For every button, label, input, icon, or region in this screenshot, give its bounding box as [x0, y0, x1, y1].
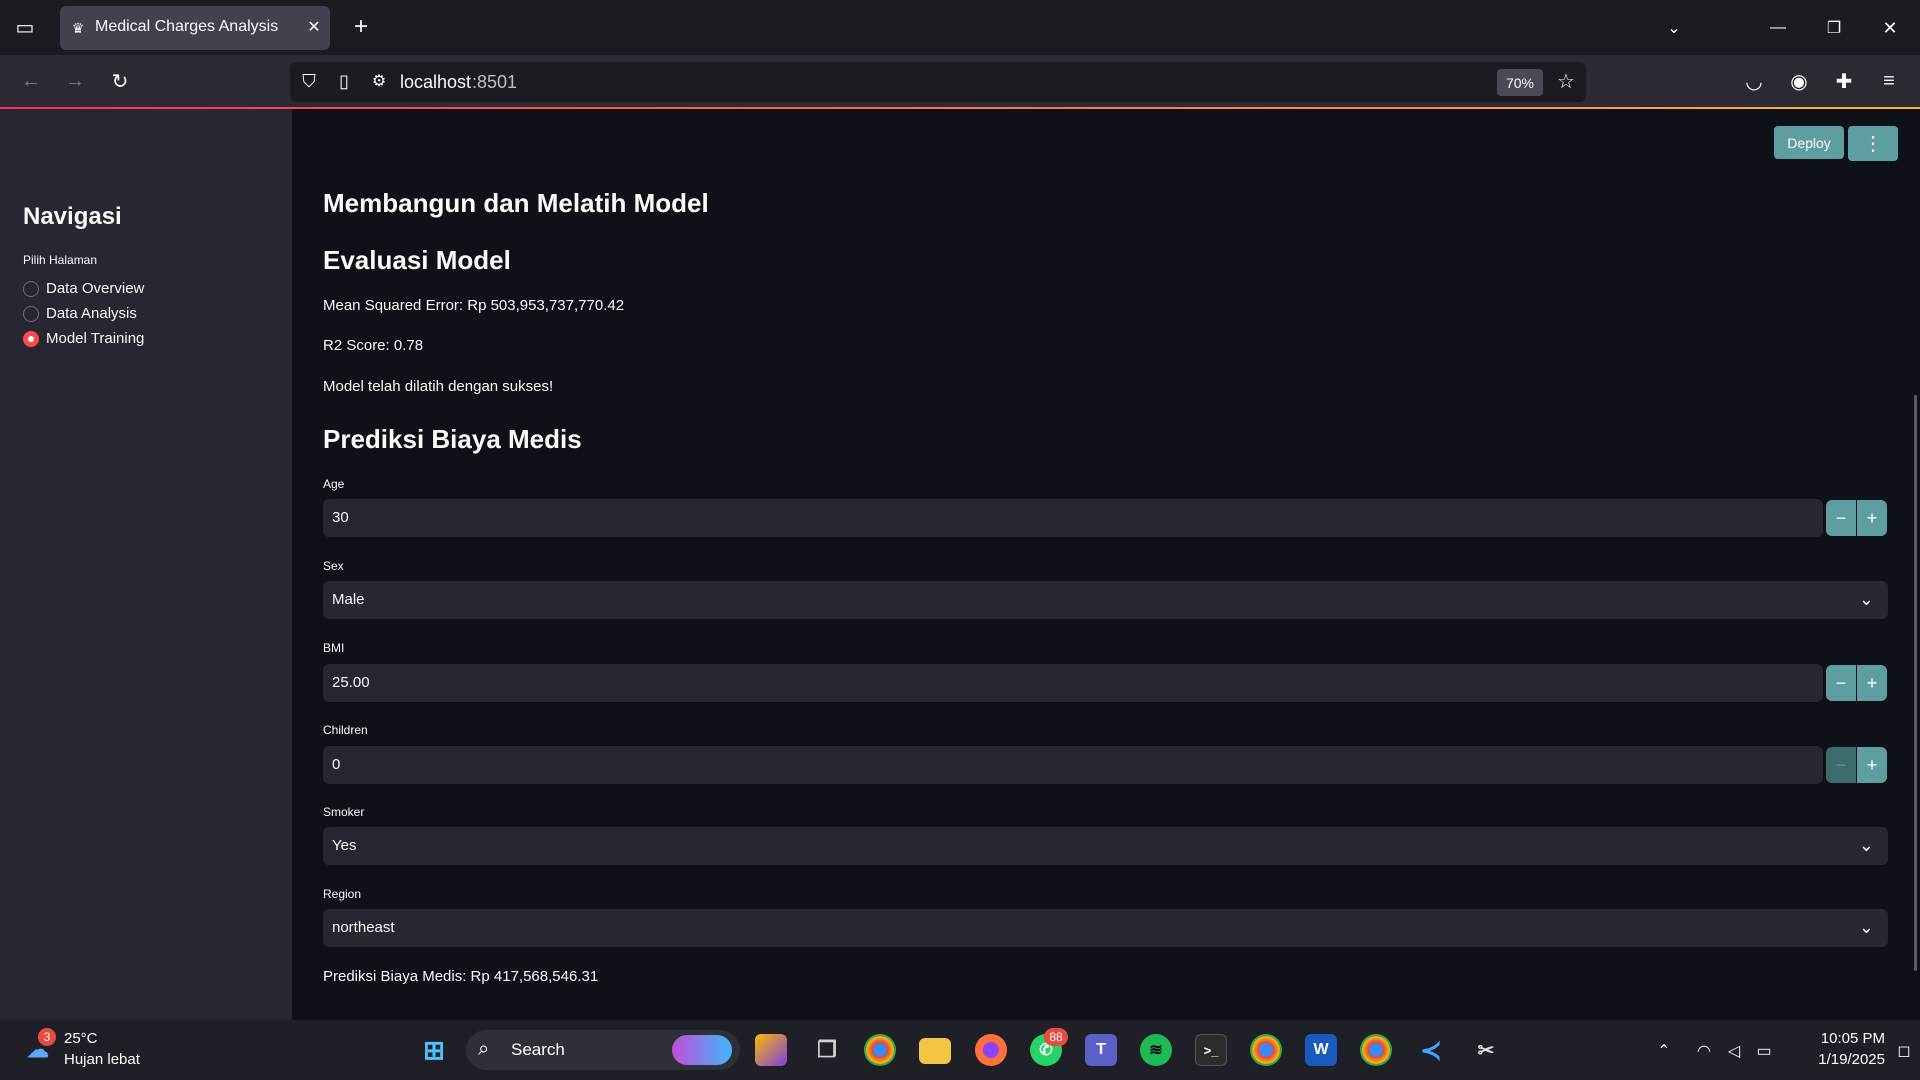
volume-icon[interactable]: ◁	[1722, 1040, 1746, 1062]
children-input[interactable]: 0	[323, 746, 1823, 784]
age-label: Age	[323, 477, 345, 491]
zoom-indicator[interactable]: 70%	[1497, 69, 1543, 96]
scrollbar[interactable]	[1914, 395, 1917, 971]
windows-start-icon[interactable]: ⊞	[418, 1034, 450, 1066]
sidebar-item-data-analysis[interactable]: Data Analysis	[46, 305, 137, 322]
wifi-icon[interactable]: ◠	[1692, 1040, 1716, 1062]
task-view-icon[interactable]: ❐	[811, 1034, 843, 1066]
main-content	[292, 109, 1920, 1020]
bmi-input[interactable]: 25.00	[323, 664, 1823, 702]
teams-icon[interactable]: T	[1085, 1034, 1117, 1066]
file-explorer-icon[interactable]	[919, 1038, 951, 1064]
minimize-icon[interactable]: —	[1764, 14, 1792, 42]
chevron-down-icon: ⌄	[1858, 589, 1874, 609]
tab-list-icon[interactable]: ▭	[10, 12, 40, 42]
region-value: northeast	[332, 919, 395, 936]
sidebar-item-data-overview[interactable]: Data Overview	[46, 280, 144, 297]
chrome-profile-icon[interactable]	[1250, 1034, 1282, 1066]
chrome-profile-2-icon[interactable]	[1360, 1034, 1392, 1066]
chevron-down-icon: ⌄	[1858, 835, 1874, 855]
notification-icon[interactable]: ◻	[1894, 1040, 1914, 1062]
children-decrement-button[interactable]: −	[1826, 747, 1856, 783]
terminal-icon[interactable]: >_	[1195, 1034, 1227, 1066]
url-port: :8501	[472, 72, 518, 92]
search-icon: ⌕	[478, 1038, 490, 1060]
url-host: localhost	[400, 72, 472, 92]
deploy-button[interactable]: Deploy	[1774, 126, 1844, 159]
region-select[interactable]: northeast ⌄	[323, 909, 1888, 947]
sidebar-item-model-training[interactable]: Model Training	[46, 330, 144, 347]
chrome-icon[interactable]	[864, 1034, 896, 1066]
taskbar	[0, 1020, 1920, 1080]
r2-text: R2 Score: 0.78	[323, 337, 424, 354]
sidebar-title: Navigasi	[23, 203, 122, 230]
spotify-icon[interactable]: ≋	[1140, 1034, 1172, 1066]
weather-desc: Hujan lebat	[64, 1051, 140, 1068]
children-label: Children	[323, 723, 368, 737]
clock-date[interactable]: 1/19/2025	[1795, 1051, 1885, 1068]
radio-data-overview[interactable]	[23, 281, 39, 297]
new-tab-icon[interactable]: +	[348, 13, 374, 40]
tab-title: Medical Charges Analysis	[95, 18, 279, 35]
more-vertical-icon[interactable]: ⋮	[1848, 126, 1898, 161]
firefox-icon[interactable]	[975, 1034, 1007, 1066]
success-text: Model telah dilatih dengan sukses!	[323, 378, 554, 395]
predict-title: Prediksi Biaya Medis	[323, 424, 582, 454]
whatsapp-badge: 88	[1044, 1028, 1068, 1046]
bookmark-star-icon[interactable]: ☆	[1552, 67, 1580, 95]
vscode-icon[interactable]: ≺	[1415, 1034, 1447, 1066]
word-icon[interactable]: W	[1305, 1034, 1337, 1066]
account-icon[interactable]: ◉	[1785, 67, 1813, 95]
age-decrement-button[interactable]: −	[1826, 500, 1856, 536]
mse-text: Mean Squared Error: Rp 503,953,737,770.4…	[323, 297, 625, 314]
bmi-value: 25.00	[332, 674, 370, 691]
age-increment-button[interactable]: +	[1857, 500, 1887, 536]
prediction-result: Prediksi Biaya Medis: Rp 417,568,546.31	[323, 968, 599, 985]
extensions-icon[interactable]: ✚	[1830, 67, 1858, 95]
sex-value: Male	[332, 591, 365, 608]
snipping-tool-icon[interactable]: ✂	[1470, 1034, 1502, 1066]
eval-title: Evaluasi Model	[323, 245, 511, 275]
battery-icon[interactable]: ▭	[1752, 1040, 1776, 1062]
sidebar	[0, 109, 292, 1020]
hamburger-menu-icon[interactable]: ≡	[1875, 67, 1903, 95]
weather-badge: 3	[38, 1028, 56, 1046]
clock-time[interactable]: 10:05 PM	[1805, 1030, 1885, 1047]
bmi-label: BMI	[323, 641, 345, 655]
children-value: 0	[332, 756, 341, 773]
radio-model-training[interactable]	[23, 331, 39, 347]
bmi-decrement-button[interactable]: −	[1826, 665, 1856, 701]
tab-overflow-chevron-icon[interactable]: ⌄	[1660, 14, 1688, 42]
age-input[interactable]: 30	[323, 499, 1823, 537]
close-tab-icon[interactable]: ✕	[302, 15, 326, 39]
pocket-icon[interactable]: ◡	[1740, 67, 1768, 95]
shield-icon[interactable]: ⛉	[296, 68, 322, 94]
copilot-icon[interactable]	[755, 1034, 787, 1066]
children-increment-button[interactable]: +	[1857, 747, 1887, 783]
region-label: Region	[323, 887, 362, 901]
age-value: 30	[332, 509, 349, 526]
radio-data-analysis[interactable]	[23, 306, 39, 322]
radio-group-label: Pilih Halaman	[23, 253, 98, 267]
window-close-icon[interactable]: ✕	[1876, 14, 1904, 42]
smoker-label: Smoker	[323, 805, 365, 819]
chevron-down-icon: ⌄	[1858, 917, 1874, 937]
restore-icon[interactable]: ❐	[1820, 14, 1848, 42]
bmi-increment-button[interactable]: +	[1857, 665, 1887, 701]
search-label: Search	[511, 1040, 565, 1059]
page-title: Membangun dan Melatih Model	[323, 188, 709, 218]
smoker-value: Yes	[332, 837, 357, 854]
weather-temp: 25°C	[64, 1030, 98, 1047]
sex-select[interactable]: Male ⌄	[323, 581, 1888, 619]
forward-arrow-icon[interactable]: →	[60, 66, 90, 96]
page-icon[interactable]: ▯	[332, 68, 356, 94]
smoker-select[interactable]: Yes ⌄	[323, 827, 1888, 865]
chevron-up-icon[interactable]: ⌃	[1652, 1040, 1676, 1062]
sex-label: Sex	[323, 559, 344, 573]
search-highlight-image	[672, 1035, 732, 1065]
back-arrow-icon[interactable]: ←	[16, 66, 46, 96]
streamlit-favicon-icon: ♛	[71, 19, 85, 36]
permissions-icon[interactable]: ⚙	[366, 68, 392, 94]
reload-icon[interactable]: ↻	[105, 66, 135, 96]
